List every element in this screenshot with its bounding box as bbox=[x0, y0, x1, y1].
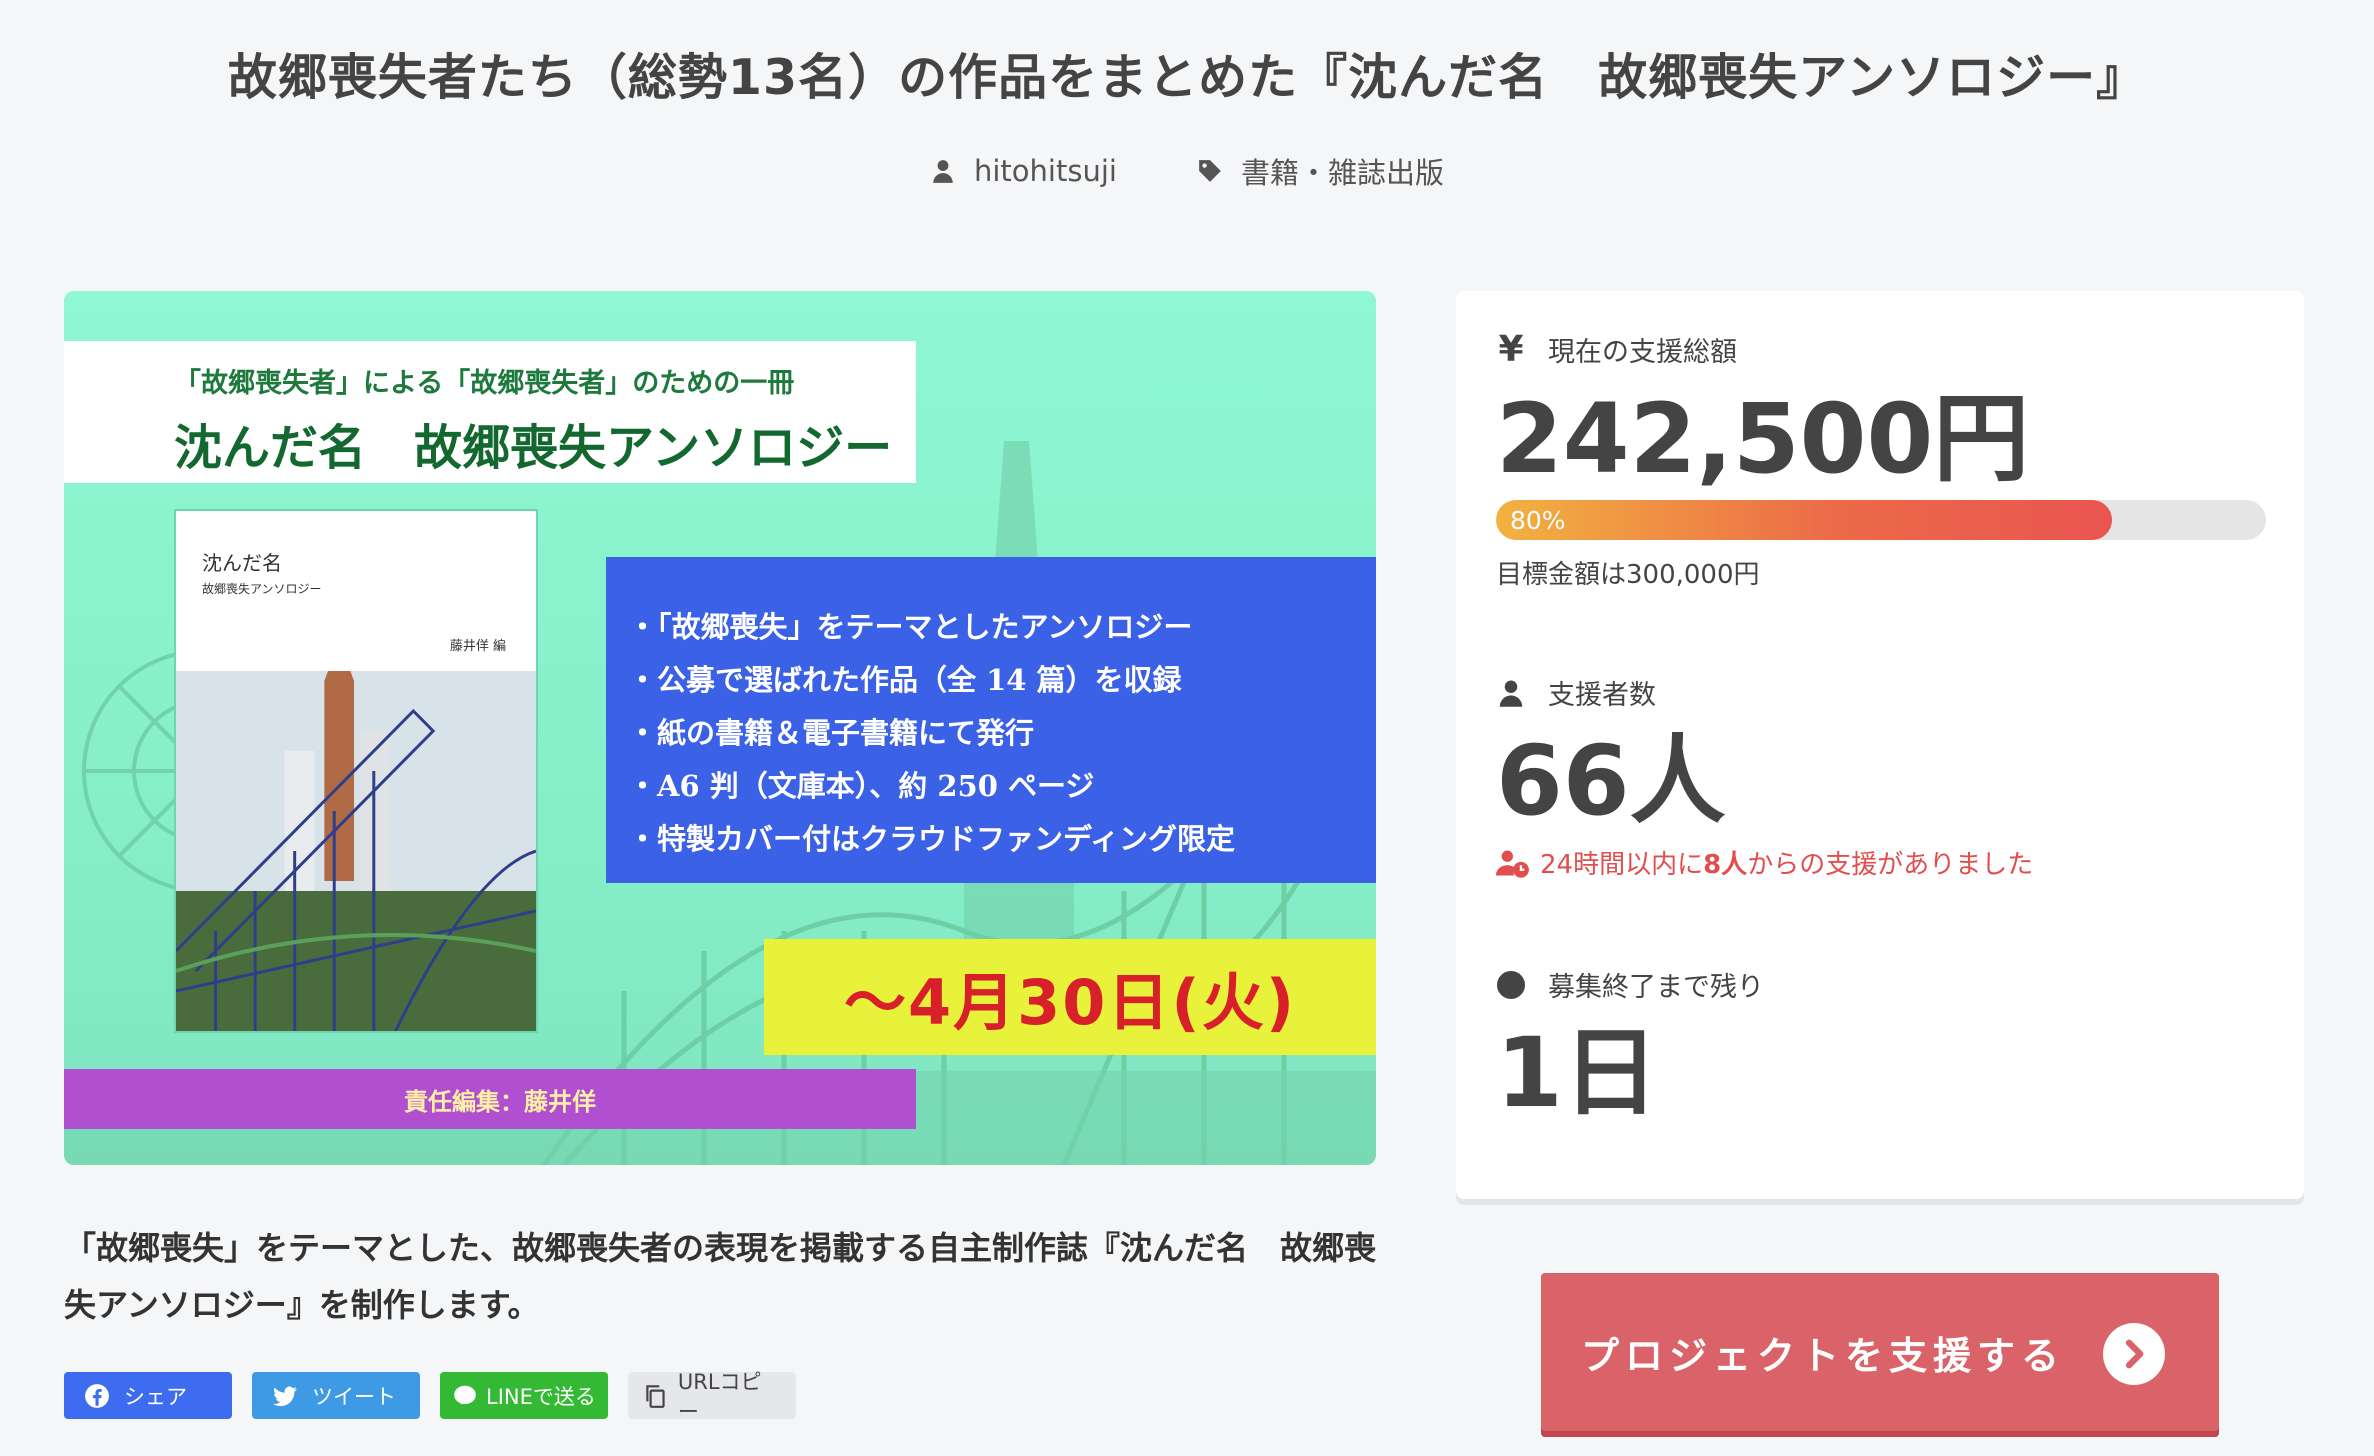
remaining-days: 1日 bbox=[1496, 1017, 1659, 1129]
deadline-text: ～4月30日(火) bbox=[843, 966, 1297, 1039]
funding-progress-label: 80% bbox=[1510, 506, 1566, 535]
funded-label: 現在の支援総額 bbox=[1548, 337, 1737, 368]
feature-list: ・「故郷喪失」をテーマとしたアンソロジー ・公募で選ばれた作品（全 14 篇）を… bbox=[606, 557, 1376, 883]
facebook-share-button[interactable]: シェア bbox=[64, 1372, 232, 1419]
feature-item: ・「故郷喪失」をテーマとしたアンソロジー bbox=[628, 610, 1193, 644]
goal-amount: 目標金額は300,000円 bbox=[1496, 560, 1760, 590]
author-link[interactable]: hitohitsuji bbox=[930, 150, 1117, 192]
remaining-header: 募集終了まで残り bbox=[1496, 965, 2264, 1004]
feature-item: ・A6 判（文庫本）、約 250 ページ bbox=[628, 769, 1095, 803]
category-link[interactable]: 書籍・雑誌出版 bbox=[1197, 150, 1444, 192]
recent-backers-notice: 24時間以内に8人からの支援がありました bbox=[1496, 844, 2264, 881]
line-icon bbox=[454, 1385, 476, 1405]
support-project-button[interactable]: プロジェクトを支援する bbox=[1541, 1273, 2219, 1431]
book-cover: 沈んだ名 故郷喪失アンソロジー 藤井佯 編 bbox=[174, 509, 538, 1033]
remaining-label: 募集終了まで残り bbox=[1548, 972, 1764, 1003]
user-icon bbox=[933, 160, 953, 183]
hero-banner-subtitle: 「故郷喪失者」による「故郷喪失者」のための一冊 bbox=[174, 368, 795, 399]
facebook-share-label: シェア bbox=[124, 1384, 187, 1409]
backers-label: 支援者数 bbox=[1548, 680, 1656, 711]
editor-bar: 責任編集：藤井佯 bbox=[64, 1069, 916, 1129]
url-copy-label: URLコピー bbox=[677, 1369, 762, 1424]
yen-icon: ¥ bbox=[1498, 329, 1524, 370]
book-cover-title: 沈んだ名 bbox=[202, 551, 282, 575]
author-name: hitohitsuji bbox=[974, 154, 1117, 188]
recent-prefix: 24時間以内に bbox=[1540, 850, 1704, 880]
editor-credit: 責任編集：藤井佯 bbox=[404, 1086, 596, 1116]
deadline-box: ～4月30日(火) bbox=[764, 939, 1376, 1055]
project-lead: 「故郷喪失」をテーマとした、故郷喪失者の表現を掲載する自主制作誌『沈んだ名 故郷… bbox=[64, 1229, 1377, 1324]
facebook-icon bbox=[85, 1383, 109, 1408]
line-share-button[interactable]: LINEで送る bbox=[440, 1372, 608, 1419]
book-cover-photo bbox=[176, 671, 536, 1031]
copy-icon bbox=[646, 1384, 665, 1408]
project-page: 故郷喪失者たち（総勢13名）の作品をまとめた『沈んだ名 故郷喪失アンソロジー』 … bbox=[0, 0, 2374, 1456]
support-project-label: プロジェクトを支援する bbox=[1581, 1333, 2066, 1378]
hero-banner: 「故郷喪失者」による「故郷喪失者」のための一冊 沈んだ名 故郷喪失アンソロジー bbox=[64, 341, 916, 483]
project-meta: hitohitsuji 書籍・雑誌出版 bbox=[0, 150, 2374, 192]
funding-progress-bar: 80% bbox=[1496, 500, 2266, 540]
feature-item: ・特製カバー付はクラウドファンディング限定 bbox=[628, 822, 1235, 856]
feature-item: ・紙の書籍＆電子書籍にて発行 bbox=[628, 716, 1035, 750]
feature-item: ・公募で選ばれた作品（全 14 篇）を収録 bbox=[628, 663, 1182, 697]
funded-header: ¥ 現在の支援総額 bbox=[1496, 329, 2264, 370]
hero-banner-title: 沈んだ名 故郷喪失アンソロジー bbox=[174, 420, 893, 476]
recent-suffix: からの支援がありました bbox=[1747, 850, 2034, 880]
person-icon bbox=[1499, 680, 1523, 707]
users-clock-icon bbox=[1496, 850, 1529, 878]
book-cover-subtitle: 故郷喪失アンソロジー bbox=[202, 582, 322, 596]
line-share-label: LINEで送る bbox=[486, 1384, 596, 1409]
twitter-share-label: ツイート bbox=[312, 1384, 396, 1409]
backers-count: 66人 bbox=[1496, 725, 1726, 837]
twitter-share-button[interactable]: ツイート bbox=[252, 1372, 420, 1419]
clock-icon bbox=[1497, 970, 1525, 999]
page-title: 故郷喪失者たち（総勢13名）の作品をまとめた『沈んだ名 故郷喪失アンソロジー』 bbox=[227, 49, 2147, 106]
funding-stats-panel: ¥ 現在の支援総額 242,500円 80% 目標金額は300,000円 支援者… bbox=[1456, 291, 2304, 1199]
backers-header: 支援者数 bbox=[1496, 673, 2264, 712]
book-cover-editor: 藤井佯 編 bbox=[449, 639, 506, 654]
hero-image: 「故郷喪失者」による「故郷喪失者」のための一冊 沈んだ名 故郷喪失アンソロジー … bbox=[64, 291, 1376, 1165]
tag-icon bbox=[1199, 160, 1221, 182]
funding-progress-fill bbox=[1496, 500, 2112, 540]
share-buttons: シェア ツイート LINEで送る URLコピー bbox=[64, 1370, 796, 1424]
recent-count: 8人 bbox=[1703, 850, 1748, 880]
twitter-icon bbox=[273, 1386, 297, 1406]
url-copy-button[interactable]: URLコピー bbox=[628, 1370, 796, 1424]
funded-amount: 242,500円 bbox=[1496, 383, 2030, 495]
chevron-right-icon bbox=[2103, 1323, 2165, 1385]
category-name: 書籍・雑誌出版 bbox=[1240, 156, 1444, 190]
